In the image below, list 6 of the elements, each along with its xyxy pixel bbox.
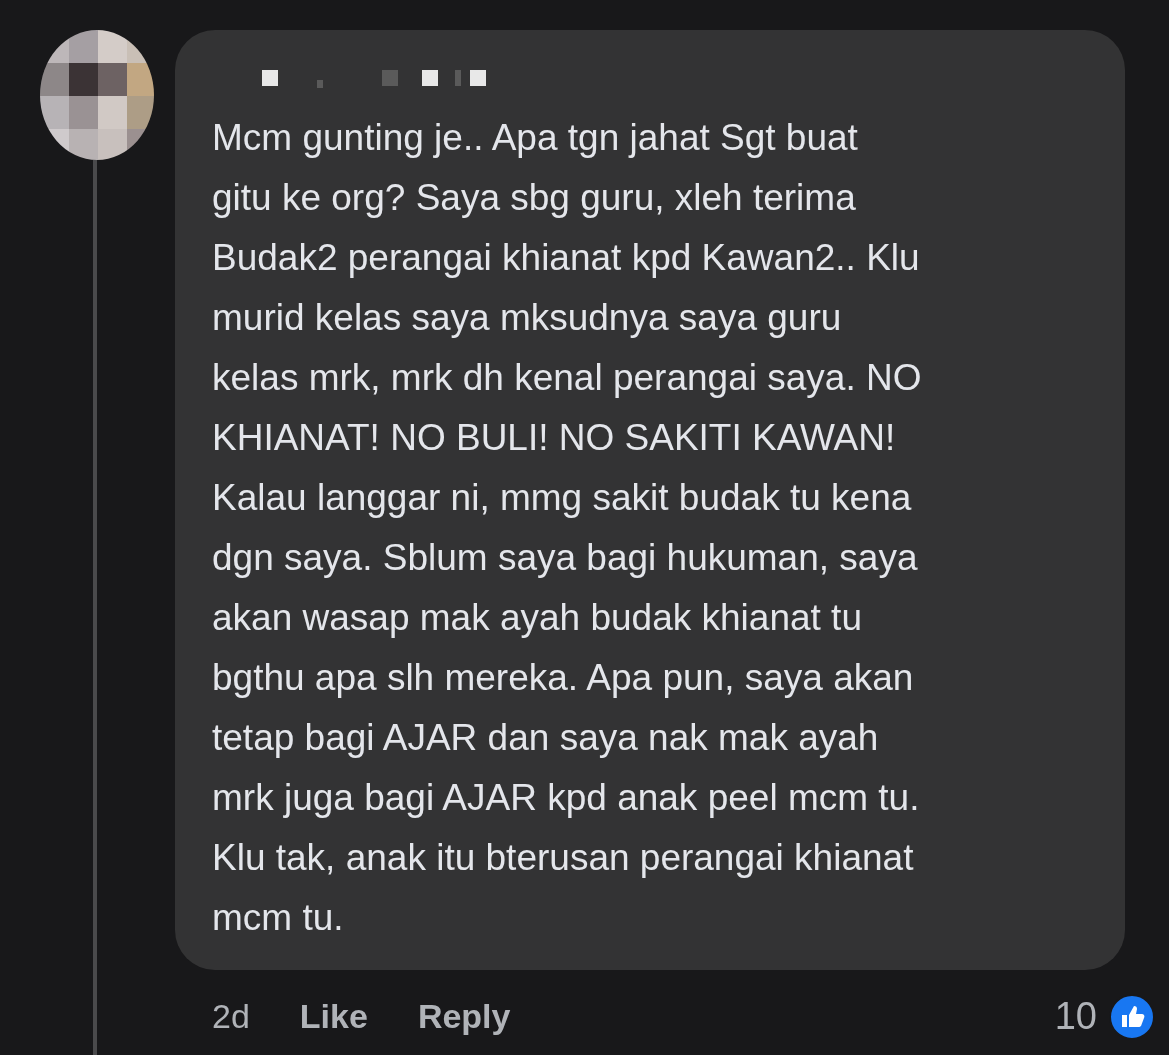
comment-text: Mcm gunting je.. Apa tgn jahat Sgt buat gitu ke org? Saya sbg guru, xleh terima Budak2 perangai khianat kpd Kawan2.. Klu murid kelas saya mksudnya saya guru kelas mrk, mrk dh kenal perangai saya. NO KHIANAT! NO BULI! NO SAKITI KAWAN! Kalau langgar ni, mmg sakit budak tu kena dgn saya. Sblum saya bagi hukuman, saya akan wasap mak ayah budak khianat tu bgthu apa slh mereka. Apa pun, saya akan tetap bagi AJAR dan saya nak mak ayah mrk juga bagi AJAR kpd anak peel mcm tu. Klu tak, anak itu bterusan perangai khianat mcm tu. (212, 116, 923, 940)
reaction-count: 10 (1054, 994, 1097, 1039)
reply-link[interactable]: Reply (417, 991, 511, 1042)
like-link[interactable]: Like (299, 991, 368, 1042)
thumbs-up-icon (1109, 993, 1155, 1040)
comment-time: 2d (212, 996, 250, 1037)
